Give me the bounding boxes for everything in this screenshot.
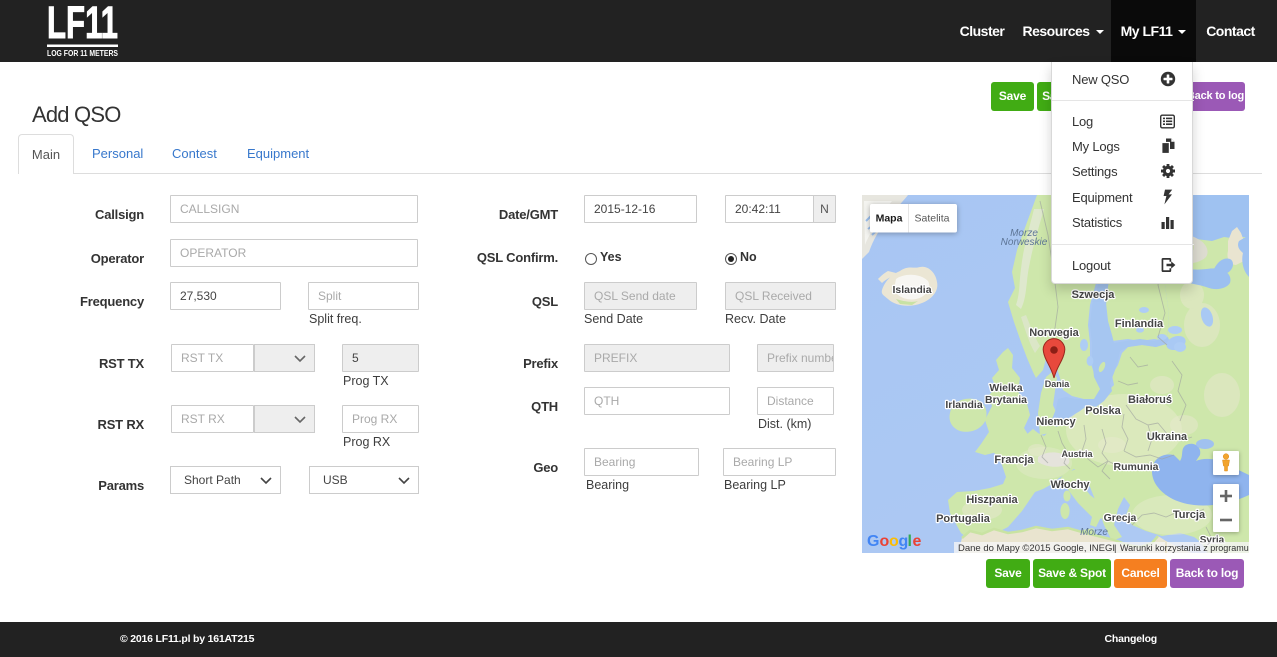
svg-text:e: e bbox=[913, 533, 922, 550]
svg-text:Wielka: Wielka bbox=[989, 382, 1022, 394]
svg-text:Białoruś: Białoruś bbox=[1128, 394, 1172, 406]
svg-text:Morze: Morze bbox=[1080, 527, 1108, 538]
svg-text:o: o bbox=[889, 533, 899, 550]
svg-text:Norwegia: Norwegia bbox=[1029, 327, 1079, 339]
svg-text:LOG FOR 11 METERS: LOG FOR 11 METERS bbox=[47, 49, 119, 57]
svg-text:Austria: Austria bbox=[1061, 449, 1093, 459]
svg-text:Włochy: Włochy bbox=[1050, 479, 1090, 491]
svg-text:Dania: Dania bbox=[1045, 379, 1071, 389]
svg-text:o: o bbox=[880, 533, 890, 550]
svg-text:LF11: LF11 bbox=[47, 1, 118, 48]
svg-text:G: G bbox=[867, 533, 879, 550]
svg-text:Irlandia: Irlandia bbox=[945, 399, 983, 411]
svg-text:l: l bbox=[908, 533, 912, 550]
svg-text:Niemcy: Niemcy bbox=[1036, 416, 1076, 428]
svg-text:Polska: Polska bbox=[1085, 405, 1121, 417]
svg-text:Turcja: Turcja bbox=[1173, 509, 1206, 521]
svg-text:Portugalia: Portugalia bbox=[936, 513, 991, 525]
svg-text:Dane do Mapy ©2015 Google, INE: Dane do Mapy ©2015 Google, INEGI bbox=[958, 543, 1115, 553]
svg-text:Warunki korzystania z programu: Warunki korzystania z programu bbox=[1120, 543, 1249, 553]
svg-text:Islandia: Islandia bbox=[892, 284, 931, 296]
svg-text:Brytania: Brytania bbox=[985, 394, 1027, 406]
svg-text:Hiszpania: Hiszpania bbox=[966, 494, 1018, 506]
svg-text:Szwecja: Szwecja bbox=[1072, 289, 1116, 301]
svg-text:|: | bbox=[1114, 543, 1116, 553]
svg-text:Satelita: Satelita bbox=[914, 213, 949, 225]
svg-text:Rumunia: Rumunia bbox=[1114, 461, 1159, 473]
svg-text:Ukraina: Ukraina bbox=[1147, 431, 1188, 443]
svg-text:Finlandia: Finlandia bbox=[1115, 318, 1164, 330]
svg-text:Mapa: Mapa bbox=[876, 213, 903, 225]
svg-text:Francja: Francja bbox=[994, 454, 1034, 466]
svg-text:Grecja: Grecja bbox=[1104, 512, 1137, 524]
svg-text:Norweskie: Norweskie bbox=[1001, 237, 1048, 248]
